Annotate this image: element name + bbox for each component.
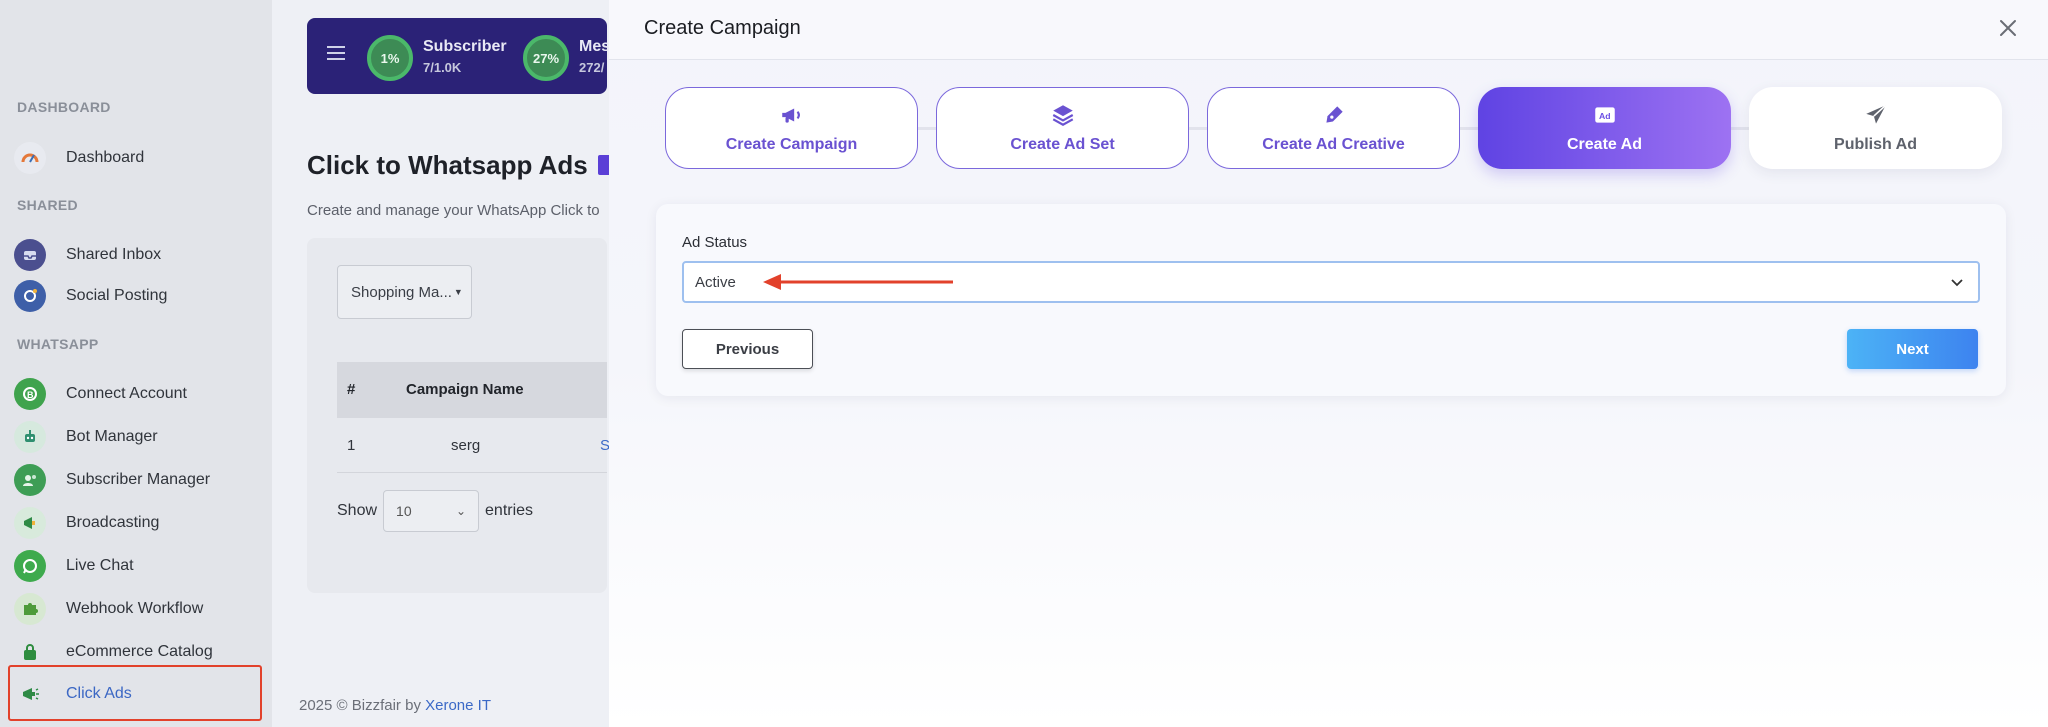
sidebar-item-label: eCommerce Catalog [66, 643, 213, 660]
message-stat-label: Mes [579, 38, 611, 55]
sidebar-item-label: Broadcasting [66, 514, 160, 531]
subscriber-stat-value: 7/1.0K [423, 60, 462, 75]
subscribers-icon [14, 464, 46, 496]
column-header-index: # [347, 381, 356, 398]
entries-per-page-select[interactable]: 10 ⌄ [383, 490, 480, 532]
sidebar-item-label: Connect Account [66, 385, 187, 402]
message-stat-value: 272/ [579, 60, 605, 75]
table-length-control: Show 10 ⌄ entries [337, 490, 533, 532]
annotation-arrow-icon [763, 274, 953, 290]
hamburger-menu-icon[interactable] [327, 46, 345, 60]
close-icon[interactable] [1996, 16, 2020, 40]
page-title: Click to Whatsapp Ads [307, 150, 588, 180]
sidebar-item-shared-inbox[interactable]: Shared Inbox [14, 237, 161, 273]
sidebar-item-broadcasting[interactable]: Broadcasting [14, 505, 159, 541]
puzzle-icon [14, 593, 46, 625]
share-icon [14, 280, 46, 312]
row-index: 1 [347, 437, 356, 454]
footer: 2025 © Bizzfair by Xerone IT [299, 697, 491, 714]
sidebar-item-social-posting[interactable]: Social Posting [14, 278, 167, 314]
modal-title: Create Campaign [644, 17, 801, 39]
whatsapp-chat-icon [14, 550, 46, 582]
sidebar-item-dashboard[interactable]: Dashboard [14, 140, 144, 176]
sidebar-item-subscriber-manager[interactable]: Subscriber Manager [14, 462, 210, 498]
sidebar-item-label: Webhook Workflow [66, 600, 204, 617]
sidebar: DASHBOARD Dashboard SHARED Shared Inbox … [0, 0, 272, 727]
sidebar-item-label: Subscriber Manager [66, 471, 211, 488]
layers-icon [1052, 105, 1073, 126]
step-label: Create Campaign [725, 136, 858, 153]
sidebar-section-shared: SHARED [17, 197, 78, 213]
entries-per-page-value: 10 [396, 503, 412, 519]
message-progress-ring: 27% [523, 35, 569, 81]
show-label: Show [337, 502, 378, 519]
megaphone-icon [14, 507, 46, 539]
entries-label: entries [485, 502, 534, 519]
ad-form-card: Ad Status Active Previous Next [656, 204, 2006, 396]
svg-text:B: B [27, 390, 34, 400]
sidebar-item-label: Dashboard [66, 149, 145, 166]
modal-header: Create Campaign [609, 0, 2048, 60]
next-button[interactable]: Next [1847, 329, 1978, 369]
top-stats-bar: 1% Subscriber 7/1.0K 27% Mes 272/ [307, 18, 611, 94]
sidebar-item-label: Social Posting [66, 287, 168, 304]
speedometer-icon [14, 142, 46, 174]
sidebar-item-live-chat[interactable]: Live Chat [14, 548, 134, 584]
step-create-ad-creative[interactable]: Create Ad Creative [1207, 87, 1460, 169]
sidebar-item-bot-manager[interactable]: Bot Manager [14, 419, 158, 455]
pen-icon [1325, 106, 1343, 123]
svg-text:Ad: Ad [1599, 111, 1611, 121]
sidebar-section-whatsapp: WHATSAPP [17, 336, 99, 352]
send-icon [1865, 104, 1886, 124]
step-label: Create Ad [1567, 136, 1642, 153]
caret-down-icon: ▼ [453, 287, 463, 297]
shopping-bag-icon [14, 636, 46, 668]
create-campaign-modal: Create Campaign Create Campaign Create A… [609, 0, 2048, 727]
whatsapp-business-icon: B [14, 378, 46, 410]
step-create-campaign[interactable]: Create Campaign [665, 87, 918, 169]
sidebar-item-label: Live Chat [66, 557, 134, 574]
step-label: Create Ad Set [1010, 136, 1115, 153]
step-label: Publish Ad [1834, 136, 1917, 153]
step-create-ad[interactable]: Ad Create Ad [1478, 87, 1731, 169]
inbox-icon [14, 239, 46, 271]
bot-icon [14, 421, 46, 453]
chevron-down-icon [1951, 279, 1963, 287]
ad-icon: Ad [1594, 107, 1615, 123]
page-filter-select[interactable]: Shopping Ma... ▼ [337, 265, 472, 319]
step-create-ad-set[interactable]: Create Ad Set [936, 87, 1189, 169]
ad-status-label: Ad Status [682, 234, 748, 251]
row-campaign-name: serg [451, 437, 481, 454]
sidebar-item-label: Bot Manager [66, 428, 158, 445]
annotation-highlight-box [8, 665, 262, 721]
column-header-campaign-name: Campaign Name [406, 381, 524, 398]
footer-copyright: 2025 © Bizzfair by [299, 697, 421, 714]
sidebar-item-label: Shared Inbox [66, 246, 162, 263]
footer-company-link[interactable]: Xerone IT [425, 697, 491, 714]
campaign-list-card: Shopping Ma... ▼ # Campaign Name 1 serg … [307, 238, 610, 593]
subscriber-progress-ring: 1% [367, 35, 413, 81]
step-label: Create Ad Creative [1262, 136, 1405, 153]
step-publish-ad[interactable]: Publish Ad [1749, 87, 2002, 169]
chevron-down-icon: ⌄ [455, 504, 467, 518]
table-row[interactable]: 1 serg S [337, 418, 610, 473]
previous-button[interactable]: Previous [682, 329, 813, 369]
sidebar-item-connect-account[interactable]: B Connect Account [14, 376, 187, 412]
page-subtitle: Create and manage your WhatsApp Click to [307, 202, 600, 219]
table-header: # Campaign Name [337, 362, 607, 418]
sidebar-item-webhook-workflow[interactable]: Webhook Workflow [14, 591, 203, 627]
sidebar-section-dashboard: DASHBOARD [17, 99, 111, 115]
subscriber-stat-label: Subscriber [423, 38, 507, 55]
page-filter-value: Shopping Ma... [351, 283, 452, 301]
ad-status-value: Active [695, 273, 736, 291]
megaphone-icon [781, 108, 800, 123]
